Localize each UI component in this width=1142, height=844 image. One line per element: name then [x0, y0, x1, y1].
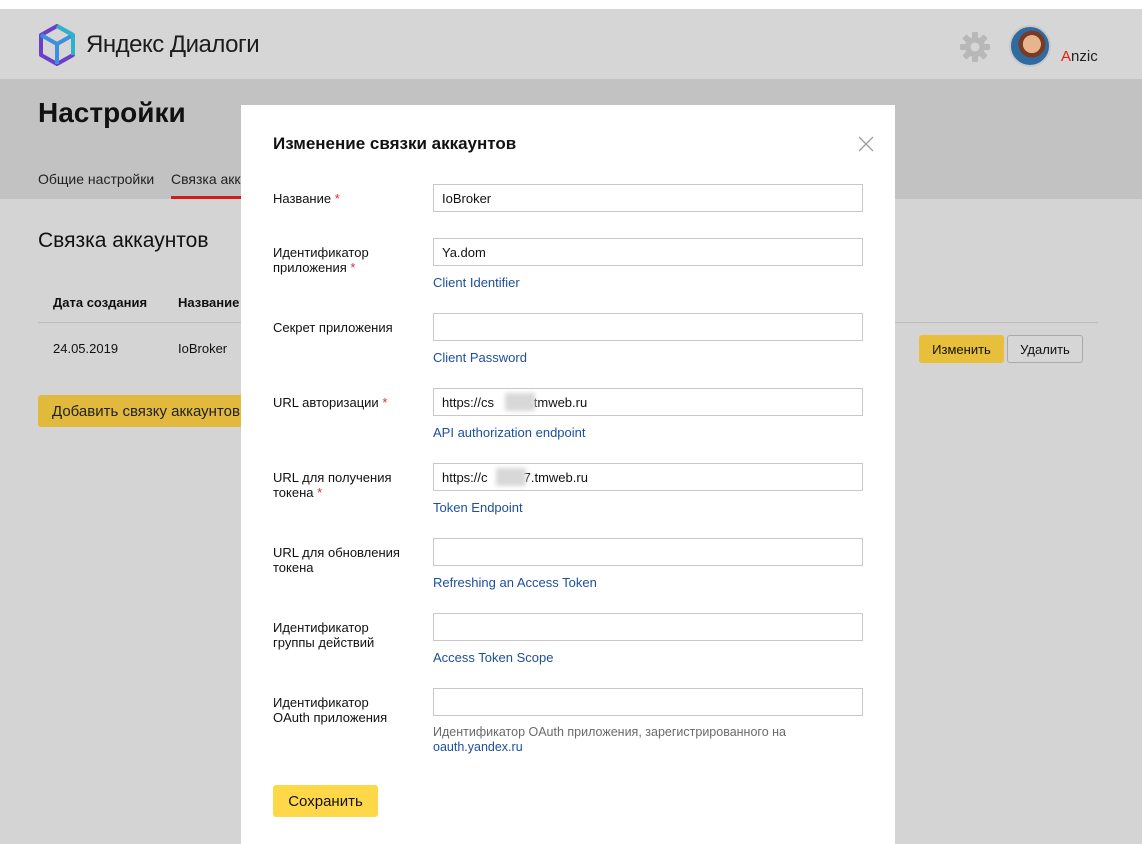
app-secret-input[interactable]: [433, 313, 863, 341]
edit-account-link-modal: Изменение связки аккаунтов Название * Ид…: [241, 105, 895, 844]
column-header-date: Дата создания: [53, 295, 148, 310]
column-header-name: Название: [178, 295, 240, 310]
username[interactable]: Anzic: [1061, 48, 1098, 65]
tab-general-settings[interactable]: Общие настройки: [38, 171, 154, 187]
token-url-label: URL для получения токена *: [273, 470, 392, 500]
scope-label: Идентификатор группы действий: [273, 620, 375, 650]
redaction-blur: [496, 468, 526, 486]
oauth-app-id-hint: Идентификатор OAuth приложения, зарегист…: [433, 725, 853, 755]
dialogs-cube-icon: [39, 24, 75, 66]
refresh-url-input[interactable]: [433, 538, 863, 566]
modal-title: Изменение связки аккаунтов: [273, 134, 517, 153]
name-input[interactable]: [433, 184, 863, 212]
delete-button[interactable]: Удалить: [1007, 335, 1083, 363]
oauth-app-id-input[interactable]: [433, 688, 863, 716]
close-icon[interactable]: [857, 135, 875, 153]
logo-text: Яндекс Диалоги: [86, 31, 260, 58]
top-strip: [0, 0, 1142, 9]
username-rest: nzic: [1071, 48, 1098, 65]
auth-url-label: URL авторизации *: [273, 395, 388, 410]
app-secret-label: Секрет приложения: [273, 320, 393, 335]
scope-hint: Access Token Scope: [433, 650, 554, 665]
table-cell-date: 24.05.2019: [53, 341, 119, 356]
oauth-yandex-link[interactable]: oauth.yandex.ru: [433, 740, 523, 754]
app-id-hint: Client Identifier: [433, 275, 520, 290]
page-title: Настройки: [38, 97, 186, 128]
edit-button[interactable]: Изменить: [919, 335, 1004, 363]
gear-icon[interactable]: [958, 30, 992, 64]
add-account-link-button[interactable]: Добавить связку аккаунтов: [38, 395, 253, 427]
name-label: Название *: [273, 191, 340, 206]
token-url-hint: Token Endpoint: [433, 500, 523, 515]
app-id-label: Идентификатор приложения *: [273, 245, 369, 275]
oauth-hint-text: Идентификатор OAuth приложения, зарегист…: [433, 725, 786, 739]
tab-account-linking[interactable]: Связка акка: [171, 171, 249, 187]
refresh-url-hint: Refreshing an Access Token: [433, 575, 597, 590]
oauth-app-id-label: Идентификатор OAuth приложения: [273, 695, 388, 725]
scope-input[interactable]: [433, 613, 863, 641]
username-first-letter: A: [1061, 48, 1072, 65]
table-cell-name: IoBroker: [178, 341, 228, 356]
section-title: Связка аккаунтов: [38, 229, 209, 252]
auth-url-hint: API authorization endpoint: [433, 425, 586, 440]
redaction-blur: [505, 393, 535, 411]
app-secret-hint: Client Password: [433, 350, 527, 365]
avatar[interactable]: [1009, 25, 1051, 67]
app-id-input[interactable]: [433, 238, 863, 266]
auth-url-input[interactable]: [433, 388, 863, 416]
refresh-url-label: URL для обновления токена: [273, 545, 400, 575]
logo[interactable]: Яндекс Диалоги: [38, 24, 260, 66]
app-header: Яндекс Диалоги Anzic: [0, 9, 1142, 79]
save-button[interactable]: Сохранить: [273, 785, 378, 817]
